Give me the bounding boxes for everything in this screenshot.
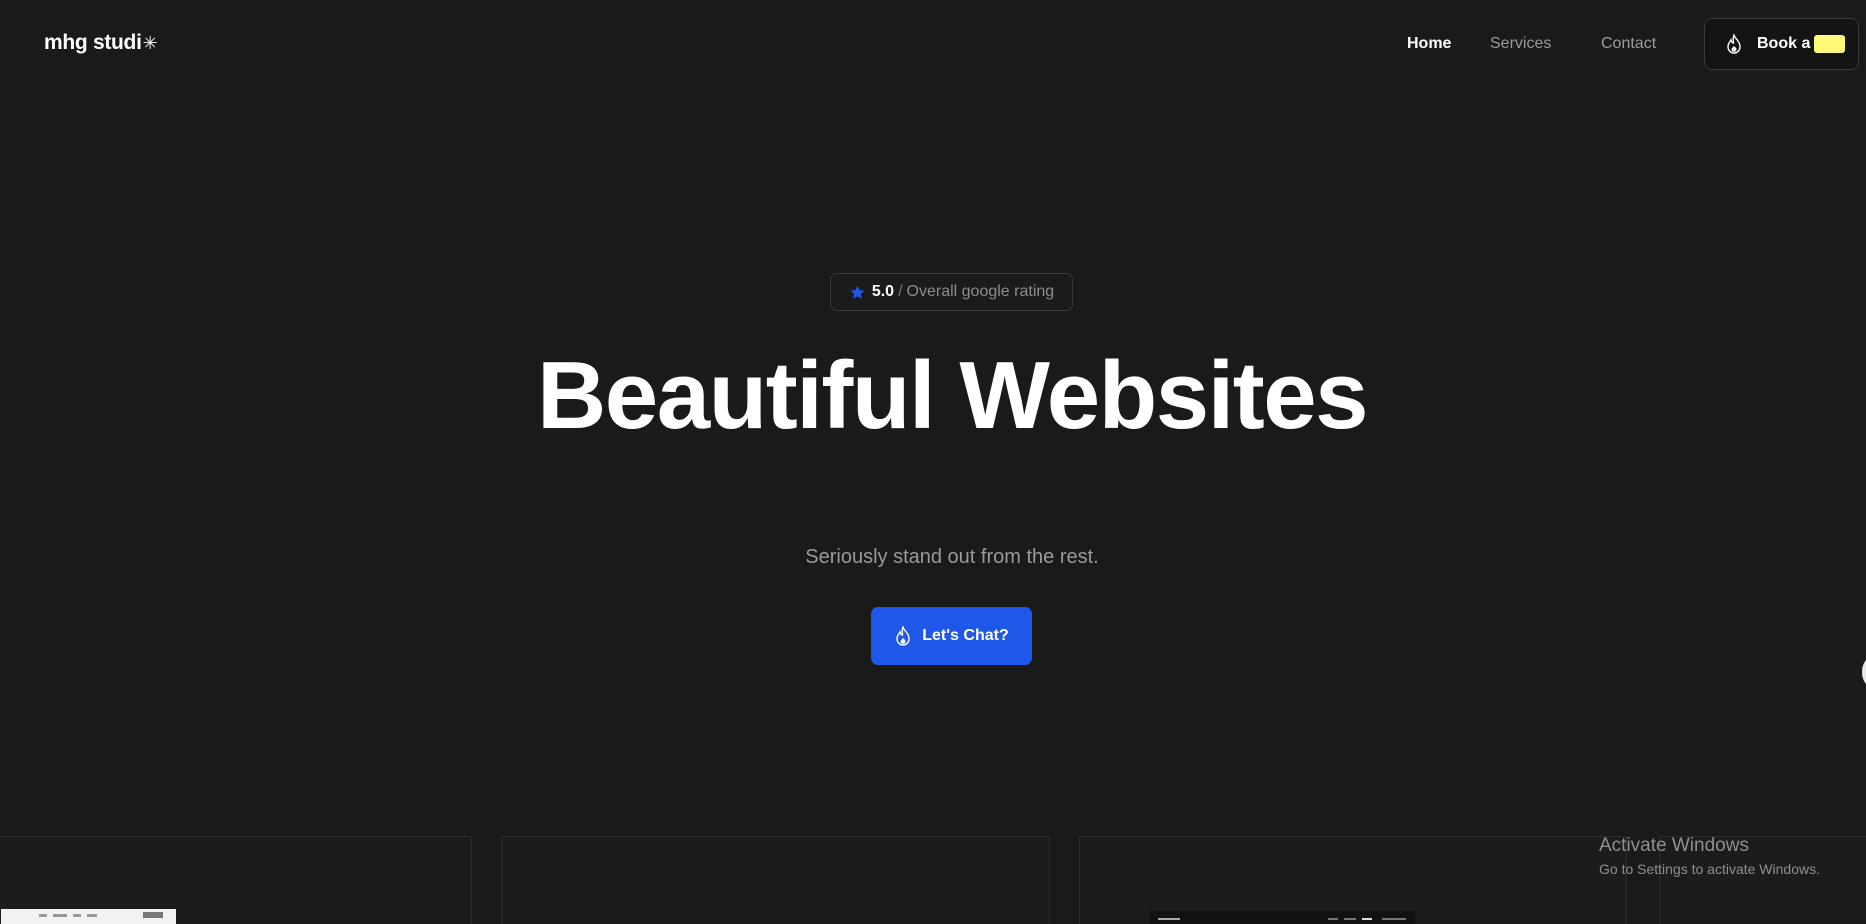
lets-chat-label: Let's Chat?	[922, 627, 1009, 644]
watermark-subtitle: Go to Settings to activate Windows.	[1599, 861, 1820, 877]
portfolio-card[interactable]	[1079, 836, 1627, 924]
watermark-title: Activate Windows	[1599, 835, 1749, 856]
portfolio-card[interactable]	[501, 836, 1050, 924]
portfolio-card[interactable]	[0, 836, 472, 924]
hero-subtitle: Seriously stand out from the rest.	[805, 546, 1099, 568]
hero-title: Beautiful Websites	[536, 342, 1369, 449]
floating-widget-edge[interactable]	[1862, 657, 1866, 687]
portfolio-thumbnail	[1, 909, 176, 924]
asterisk-icon: ✳	[142, 32, 158, 53]
logo-text: mhg studi	[44, 31, 142, 54]
rating-separator: /	[898, 283, 903, 300]
nav-link-services[interactable]: Services	[1490, 35, 1551, 53]
flame-icon	[896, 626, 910, 646]
rating-badge: 5.0 / Overall google rating	[830, 273, 1073, 311]
windows-activation-watermark: Activate Windows Go to Settings to activ…	[1599, 835, 1820, 877]
rating-text: Overall google rating	[906, 283, 1055, 300]
site-logo[interactable]: mhg studi ✳	[44, 31, 158, 55]
portfolio-thumbnail	[1150, 911, 1415, 924]
rating-score: 5.0	[871, 283, 895, 300]
star-icon	[850, 284, 865, 299]
nav-link-contact[interactable]: Contact	[1601, 35, 1656, 53]
book-button-highlight: call	[1814, 35, 1846, 53]
flame-icon	[1727, 34, 1741, 54]
lets-chat-button[interactable]: Let's Chat?	[871, 607, 1032, 665]
book-button-label: Book a	[1757, 35, 1811, 52]
nav-link-home[interactable]: Home	[1407, 35, 1451, 53]
book-a-call-button[interactable]: Book a call	[1704, 18, 1859, 70]
